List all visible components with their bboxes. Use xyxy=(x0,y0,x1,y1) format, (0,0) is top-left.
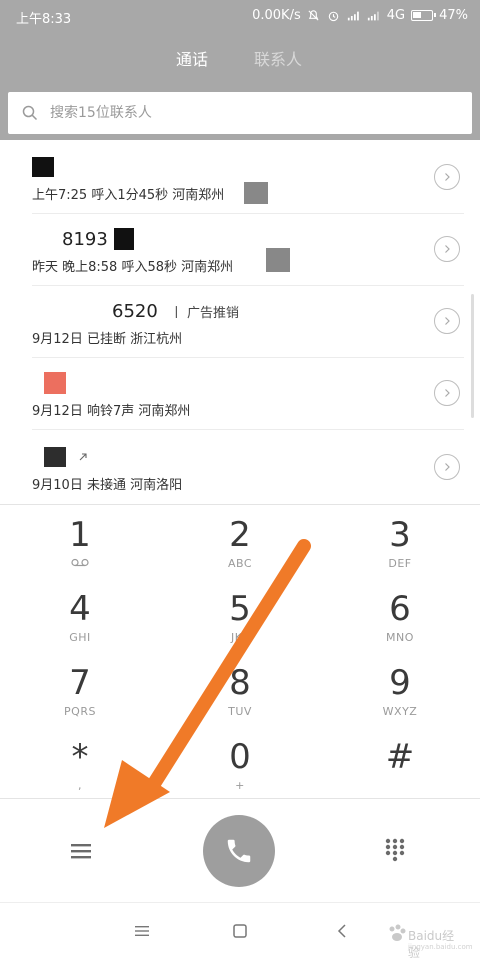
row-divider xyxy=(32,429,464,430)
call-detail-button[interactable] xyxy=(434,380,460,406)
call-name: 8193 xyxy=(32,228,134,250)
call-detail-button[interactable] xyxy=(434,308,460,334)
dialpad: 1 2 ABC 3 DEF 4 GHI 5 JKL 6 MNO 7 PQRS 8… xyxy=(0,504,480,800)
home-icon xyxy=(233,924,247,938)
redacted-block xyxy=(244,182,268,204)
net-speed: 0.00K/s xyxy=(252,8,301,23)
network-type: 4G xyxy=(386,8,406,23)
call-detail-button[interactable] xyxy=(434,454,460,480)
call-detail-button[interactable] xyxy=(434,164,460,190)
header: 上午8:33 0.00K/s 4G 47% 通话 联系人 xyxy=(0,0,480,140)
redacted-block xyxy=(44,372,66,394)
home-button[interactable] xyxy=(228,919,252,943)
recent-apps-button[interactable] xyxy=(130,919,154,943)
dialpad-toggle-button[interactable] xyxy=(384,837,412,865)
voicemail-icon xyxy=(20,557,140,570)
search-icon xyxy=(22,105,38,121)
call-detail: 上午7:25 呼入1分45秒 河南郑州 xyxy=(32,188,225,203)
call-name: 6520 丨 广告推销 xyxy=(112,300,239,322)
battery-icon xyxy=(411,10,437,21)
battery-percent: 47% xyxy=(439,8,468,23)
mute-bell-icon xyxy=(307,9,321,23)
dialpad-grid-icon xyxy=(385,838,405,862)
call-detail: 9月12日 已挂断 浙江杭州 xyxy=(32,332,183,347)
tab-bar: 通话 联系人 xyxy=(0,46,480,70)
key-2[interactable]: 2 ABC xyxy=(180,515,300,589)
call-name xyxy=(32,372,72,394)
call-log-item[interactable]: 9月12日 响铃7声 河南郑州 xyxy=(0,358,480,430)
watermark: Baidu经验 jingyan.baidu.com xyxy=(386,913,473,960)
wifi-icon xyxy=(367,9,381,23)
phone-icon xyxy=(227,839,251,863)
call-log-list: 上午7:25 呼入1分45秒 河南郑州 8193 昨天 晚上8:58 呼入58秒… xyxy=(0,142,480,504)
back-icon xyxy=(337,924,346,938)
watermark-sub: jingyan.baidu.com xyxy=(408,943,473,951)
chevron-right-icon xyxy=(445,173,450,181)
key-6[interactable]: 6 MNO xyxy=(340,589,460,663)
redacted-block xyxy=(266,248,290,272)
call-detail: 9月12日 响铃7声 河南郑州 xyxy=(32,404,191,419)
call-name xyxy=(32,446,88,468)
key-5[interactable]: 5 JKL xyxy=(180,589,300,663)
tab-calls[interactable]: 通话 xyxy=(176,46,208,70)
key-7[interactable]: 7 PQRS xyxy=(20,663,140,737)
recent-apps-icon xyxy=(135,926,149,936)
redacted-block xyxy=(113,228,134,250)
redacted-block xyxy=(32,157,54,177)
call-log-item[interactable]: 上午7:25 呼入1分45秒 河南郑州 xyxy=(0,142,480,214)
call-log-item[interactable]: 8193 昨天 晚上8:58 呼入58秒 河南郑州 xyxy=(0,214,480,286)
search-input[interactable] xyxy=(48,104,432,122)
chevron-right-icon xyxy=(445,317,450,325)
call-detail: 9月10日 未接通 河南洛阳 xyxy=(32,478,183,493)
alarm-icon xyxy=(327,9,341,23)
status-icons: 0.00K/s 4G 47% xyxy=(252,8,468,23)
menu-icon xyxy=(71,844,91,859)
menu-button[interactable] xyxy=(62,837,100,865)
scrollbar[interactable] xyxy=(471,294,474,418)
action-bar xyxy=(0,798,480,902)
key-3[interactable]: 3 DEF xyxy=(340,515,460,589)
tab-contacts[interactable]: 联系人 xyxy=(254,46,302,70)
call-name xyxy=(32,156,60,178)
call-detail-button[interactable] xyxy=(434,236,460,262)
call-log-item[interactable]: 9月10日 未接通 河南洛阳 xyxy=(0,432,480,504)
call-detail: 昨天 晚上8:58 呼入58秒 河南郑州 xyxy=(32,260,234,275)
status-time: 上午8:33 xyxy=(16,12,72,27)
system-nav-bar: Baidu经验 jingyan.baidu.com xyxy=(0,902,480,960)
chevron-right-icon xyxy=(445,389,450,397)
baidu-paw-logo xyxy=(389,924,406,941)
status-bar: 上午8:33 0.00K/s 4G 47% xyxy=(0,0,480,32)
call-tag: 丨 广告推销 xyxy=(169,305,239,321)
call-log-item[interactable]: 6520 丨 广告推销 9月12日 已挂断 浙江杭州 xyxy=(0,286,480,358)
key-1[interactable]: 1 xyxy=(20,515,140,589)
chevron-right-icon xyxy=(445,245,450,253)
key-4[interactable]: 4 GHI xyxy=(20,589,140,663)
redacted-block xyxy=(44,447,66,467)
outgoing-call-icon xyxy=(79,453,87,461)
back-button[interactable] xyxy=(330,919,354,943)
key-9[interactable]: 9 WXYZ xyxy=(340,663,460,737)
call-button[interactable] xyxy=(203,815,275,887)
search-bar[interactable] xyxy=(8,92,472,134)
key-8[interactable]: 8 TUV xyxy=(180,663,300,737)
chevron-right-icon xyxy=(445,463,450,471)
signal-icon xyxy=(347,9,361,23)
